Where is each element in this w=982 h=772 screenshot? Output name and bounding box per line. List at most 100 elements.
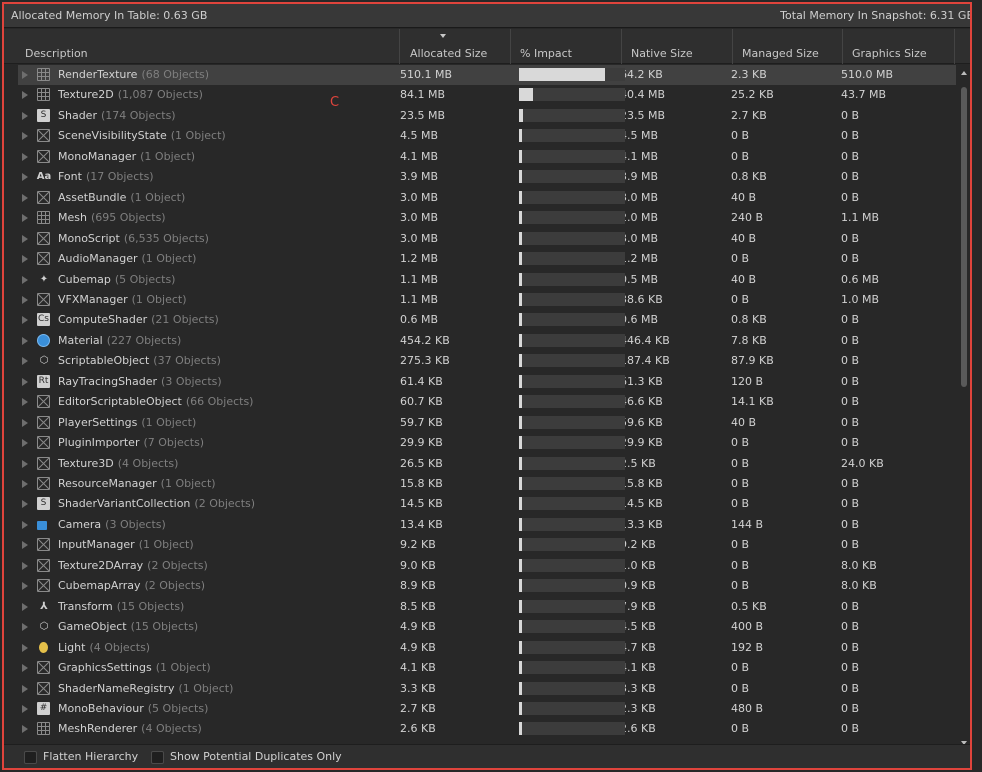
table-row[interactable]: VFXManager (1 Object) 1.1 MB 38.6 KB 0 B 1.0 …	[18, 290, 956, 310]
expand-arrow-icon[interactable]	[22, 704, 28, 713]
table-row[interactable]: # MonoBehaviour (5 Objects) 2.7 KB 2.3 KB 480…	[18, 699, 956, 719]
object-count: (3 Objects)	[105, 517, 166, 531]
expand-arrow-icon[interactable]	[22, 336, 28, 345]
table-row[interactable]: Mesh (695 Objects) 3.0 MB 2.0 MB 240 B 1.1 MB	[18, 208, 956, 228]
expand-arrow-icon[interactable]	[22, 214, 28, 223]
column-header-graphics-size[interactable]: Graphics Size	[843, 29, 955, 64]
expand-arrow-icon[interactable]	[22, 71, 28, 79]
table-row[interactable]: Texture3D (4 Objects) 26.5 KB 2.5 KB 0 B 24.0…	[18, 454, 956, 474]
table-row[interactable]: ⅄ Transform (15 Objects) 8.5 KB 7.9 KB 0.5 KB…	[18, 597, 956, 617]
expand-arrow-icon[interactable]	[22, 561, 28, 570]
expand-arrow-icon[interactable]	[22, 91, 28, 100]
type-name: Material	[58, 333, 103, 347]
impact-bar	[519, 272, 625, 286]
expand-arrow-icon[interactable]	[22, 132, 28, 141]
table-row[interactable]: InputManager (1 Object) 9.2 KB 9.2 KB 0 B 0 B	[18, 535, 956, 555]
table-row[interactable]: S Shader (174 Objects) 23.5 MB 23.5 MB 2.7 KB…	[18, 106, 956, 126]
managed-size-cell: 400 B	[731, 620, 764, 634]
expand-arrow-icon[interactable]	[22, 582, 28, 591]
table-row[interactable]: Camera (3 Objects) 13.4 KB 13.3 KB 144 B 0 B	[18, 515, 956, 535]
impact-bar-fill	[519, 395, 522, 409]
graphics-size-cell: 0 B	[841, 170, 860, 184]
table-row[interactable]: Cs ComputeShader (21 Objects) 0.6 MB 0.6 MB 0…	[18, 310, 956, 330]
vertical-scrollbar[interactable]	[958, 65, 970, 747]
type-name: MeshRenderer	[58, 722, 138, 736]
impact-bar	[519, 477, 625, 490]
table-row[interactable]: Aa Font (17 Objects) 3.9 MB 3.9 MB 0.8 KB 0 B	[18, 167, 956, 187]
expand-arrow-icon[interactable]	[22, 623, 28, 632]
expand-arrow-icon[interactable]	[22, 541, 28, 550]
expand-arrow-icon[interactable]	[22, 684, 28, 693]
table-row[interactable]: CubemapArray (2 Objects) 8.9 KB 0.9 KB 0 B 8.…	[18, 576, 956, 596]
expand-arrow-icon[interactable]	[22, 152, 28, 161]
table-row[interactable]: Texture2DArray (2 Objects) 9.0 KB 1.0 KB 0 B…	[18, 556, 956, 576]
expand-arrow-icon[interactable]	[22, 664, 28, 673]
impact-bar-fill	[519, 129, 522, 143]
table-row[interactable]: Light (4 Objects) 4.9 KB 4.7 KB 192 B 0 B	[18, 638, 956, 658]
table-row[interactable]: PlayerSettings (1 Object) 59.7 KB 59.6 KB 40…	[18, 413, 956, 433]
table-row[interactable]: MonoScript (6,535 Objects) 3.0 MB 3.0 MB 40 …	[18, 229, 956, 249]
compute-shader-icon: Cs	[37, 313, 50, 327]
column-header-native-size[interactable]: Native Size	[622, 29, 733, 64]
expand-arrow-icon[interactable]	[22, 398, 28, 407]
scrollbar-thumb[interactable]	[961, 87, 967, 387]
table-row[interactable]: PluginImporter (7 Objects) 29.9 KB 29.9 KB 0…	[18, 433, 956, 453]
expand-arrow-icon[interactable]	[22, 111, 28, 120]
column-header-description[interactable]: Description	[4, 29, 400, 64]
table-row[interactable]: SceneVisibilityState (1 Object) 4.5 MB 4.5 …	[18, 126, 956, 146]
generic-object-icon	[37, 231, 50, 245]
scroll-up-icon[interactable]	[961, 71, 967, 75]
expand-arrow-icon[interactable]	[22, 377, 28, 386]
row-description: MonoScript (6,535 Objects)	[58, 232, 209, 245]
show-duplicates-checkbox[interactable]	[151, 751, 164, 764]
column-header-impact[interactable]: % Impact	[511, 29, 622, 64]
expand-arrow-icon[interactable]	[22, 480, 28, 488]
allocated-size-cell: 510.1 MB	[400, 68, 453, 81]
row-description: Transform (15 Objects)	[58, 600, 184, 613]
expand-arrow-icon[interactable]	[22, 234, 28, 243]
expand-arrow-icon[interactable]	[22, 255, 28, 264]
table-row[interactable]: ResourceManager (1 Object) 15.8 KB 15.8 KB 0…	[18, 474, 956, 494]
managed-size-cell: 192 B	[731, 640, 764, 654]
table-row[interactable]: AssetBundle (1 Object) 3.0 MB 3.0 MB 40 B 0 B	[18, 188, 956, 208]
impact-bar-fill	[519, 477, 522, 490]
expand-arrow-icon[interactable]	[22, 418, 28, 427]
expand-arrow-icon[interactable]	[22, 275, 28, 284]
expand-arrow-icon[interactable]	[22, 193, 28, 202]
expand-arrow-icon[interactable]	[22, 520, 28, 529]
table-row[interactable]: GraphicsSettings (1 Object) 4.1 KB 4.1 KB 0 …	[18, 658, 956, 678]
expand-arrow-icon[interactable]	[22, 173, 28, 182]
expand-arrow-icon[interactable]	[22, 643, 28, 652]
native-size-cell: 4.5 KB	[620, 620, 656, 634]
expand-arrow-icon[interactable]	[22, 439, 28, 448]
type-name: GameObject	[58, 620, 127, 634]
expand-arrow-icon[interactable]	[22, 357, 28, 366]
managed-size-cell: 0.8 KB	[731, 170, 767, 184]
generic-object-icon	[37, 456, 50, 470]
table-row[interactable]: ShaderNameRegistry (1 Object) 3.3 KB 3.3 KB…	[18, 679, 956, 699]
table-row[interactable]: MonoManager (1 Object) 4.1 MB 4.1 MB 0 B 0 B	[18, 147, 956, 167]
expand-arrow-icon[interactable]	[22, 316, 28, 325]
table-row[interactable]: Material (227 Objects) 454.2 KB 446.4 KB 7.8…	[18, 331, 956, 351]
table-row[interactable]: Texture2D (1,087 Objects) 84.1 MB 40.4 MB 25…	[18, 85, 956, 105]
impact-bar-fill	[519, 579, 522, 593]
table-row[interactable]: S ShaderVariantCollection (2 Objects) 14.5 …	[18, 494, 956, 514]
table-row[interactable]: ⬡ GameObject (15 Objects) 4.9 KB 4.5 KB 400 B…	[18, 617, 956, 637]
table-row[interactable]: EditorScriptableObject (66 Objects) 60.7 K…	[18, 392, 956, 412]
table-row[interactable]: ✦ Cubemap (5 Objects) 1.1 MB 0.5 MB 40 B 0.6 M…	[18, 270, 956, 290]
column-header-managed-size[interactable]: Managed Size	[733, 29, 843, 64]
expand-arrow-icon[interactable]	[22, 459, 28, 468]
table-row[interactable]: ⬡ ScriptableObject (37 Objects) 275.3 KB 187…	[18, 351, 956, 371]
expand-arrow-icon[interactable]	[22, 500, 28, 509]
flatten-hierarchy-checkbox[interactable]	[24, 751, 37, 764]
table-row[interactable]: RenderTexture (68 Objects) 510.1 MB 64.2 KB…	[18, 65, 956, 85]
expand-arrow-icon[interactable]	[22, 602, 28, 611]
table-row[interactable]: Rt RayTracingShader (3 Objects) 61.4 KB 61.3…	[18, 372, 956, 392]
expand-arrow-icon[interactable]	[22, 295, 28, 304]
expand-arrow-icon[interactable]	[22, 725, 28, 734]
column-header-allocated-size[interactable]: Allocated Size	[400, 29, 511, 64]
table-row[interactable]: MeshRenderer (4 Objects) 2.6 KB 2.6 KB 0 B 0 …	[18, 719, 956, 739]
generic-object-icon	[37, 538, 50, 552]
table-row[interactable]: AudioManager (1 Object) 1.2 MB 1.2 MB 0 B 0 B	[18, 249, 956, 269]
managed-size-cell: 0 B	[731, 436, 750, 450]
